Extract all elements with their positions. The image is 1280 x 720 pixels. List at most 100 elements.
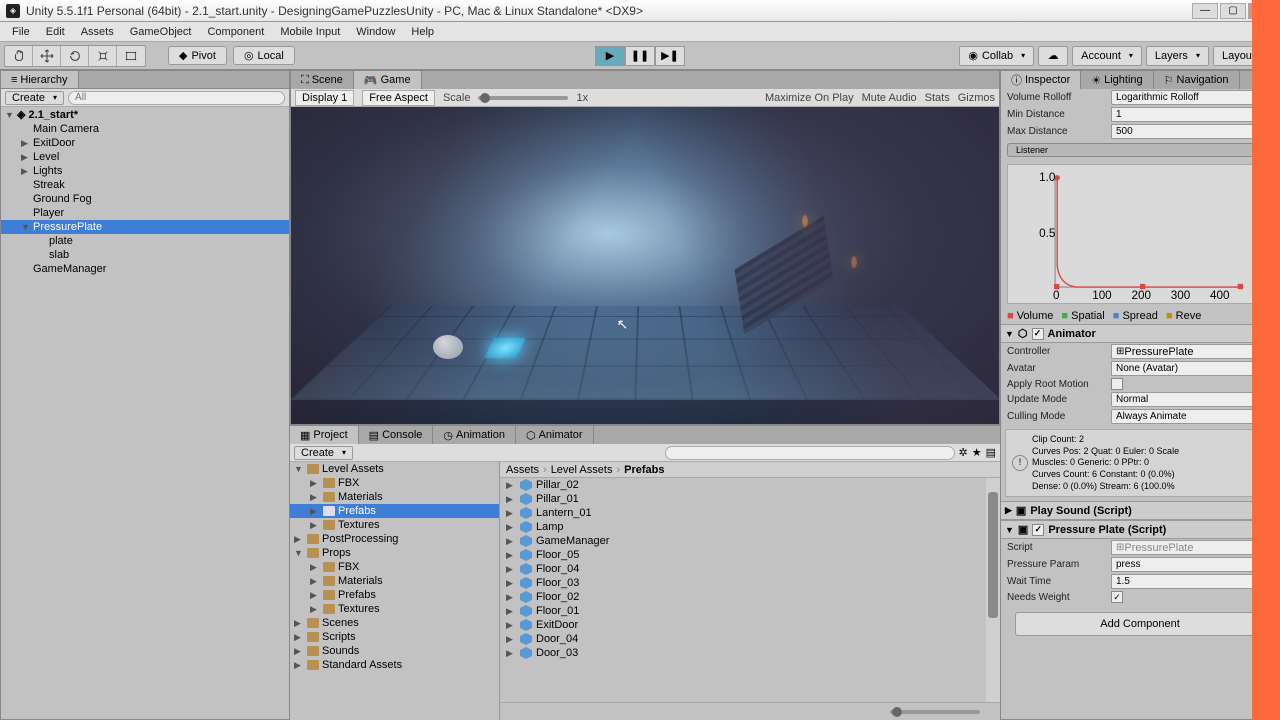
scrollbar[interactable] [986, 478, 1000, 702]
move-tool-button[interactable] [33, 46, 61, 66]
pressure-param-field[interactable]: press [1111, 557, 1273, 572]
asset-item[interactable]: ▶Door_04 [500, 632, 1000, 646]
console-tab[interactable]: ▤ Console [359, 426, 434, 444]
stats-toggle[interactable]: Stats [925, 92, 950, 104]
game-view[interactable]: ↖ [291, 107, 999, 424]
folder-item[interactable]: ▶Sounds [290, 644, 499, 658]
add-component-button[interactable]: Add Component [1015, 612, 1265, 636]
collab-dropdown[interactable]: ◉ Collab [959, 46, 1034, 66]
asset-item[interactable]: ▶Door_03 [500, 646, 1000, 660]
hierarchy-item[interactable]: ▼PressurePlate [1, 220, 289, 234]
folder-item[interactable]: ▶Scripts [290, 630, 499, 644]
folder-item[interactable]: ▶Textures [290, 518, 499, 532]
display-select[interactable]: Display 1 [295, 90, 354, 106]
folder-item[interactable]: ▶Materials [290, 574, 499, 588]
menu-help[interactable]: Help [403, 24, 442, 40]
mute-audio-toggle[interactable]: Mute Audio [862, 92, 917, 104]
pause-button[interactable]: ❚❚ [625, 46, 655, 66]
hierarchy-item[interactable]: Streak [1, 178, 289, 192]
pivot-toggle[interactable]: ◆ Pivot [168, 46, 227, 65]
project-search-input[interactable] [665, 446, 955, 460]
rotate-tool-button[interactable] [61, 46, 89, 66]
needs-weight-checkbox[interactable]: ✓ [1111, 591, 1123, 603]
pressure-enabled-checkbox[interactable]: ✓ [1032, 524, 1044, 536]
rolloff-select[interactable]: Logarithmic Rolloff [1111, 90, 1273, 105]
hierarchy-create-dropdown[interactable]: Create [5, 91, 64, 105]
asset-item[interactable]: ▶Floor_03 [500, 576, 1000, 590]
hand-tool-button[interactable] [5, 46, 33, 66]
game-tab[interactable]: 🎮 Game [354, 71, 422, 89]
hierarchy-item[interactable]: ▶ExitDoor [1, 136, 289, 150]
breadcrumb[interactable]: Assets› Level Assets› Prefabs [500, 462, 1000, 478]
icon-size-slider[interactable] [890, 710, 980, 714]
folder-item[interactable]: ▶Standard Assets [290, 658, 499, 672]
aspect-select[interactable]: Free Aspect [362, 90, 435, 106]
account-dropdown[interactable]: Account [1072, 46, 1142, 66]
folder-item[interactable]: ▶PostProcessing [290, 532, 499, 546]
asset-item[interactable]: ▶ExitDoor [500, 618, 1000, 632]
folder-item[interactable]: ▶Prefabs [290, 588, 499, 602]
culling-mode-select[interactable]: Always Animate [1111, 409, 1273, 424]
save-search-icon[interactable]: ▤ [986, 446, 996, 459]
play-sound-component-header[interactable]: ▶▣ Play Sound (Script) [1001, 501, 1279, 520]
project-tab[interactable]: ▦ Project [290, 426, 359, 444]
controller-field[interactable]: ⊞ PressurePlate [1111, 344, 1273, 359]
hierarchy-item[interactable]: ▶Level [1, 150, 289, 164]
menu-edit[interactable]: Edit [38, 24, 73, 40]
favorite-icon[interactable]: ★ [972, 446, 982, 459]
menu-file[interactable]: File [4, 24, 38, 40]
hierarchy-item[interactable]: slab [1, 248, 289, 262]
update-mode-select[interactable]: Normal [1111, 392, 1273, 407]
hierarchy-tab[interactable]: ≡ Hierarchy [1, 71, 79, 88]
folder-item[interactable]: ▼Level Assets [290, 462, 499, 476]
lighting-tab[interactable]: ☀ Lighting [1081, 71, 1153, 89]
folder-item[interactable]: ▶Materials [290, 490, 499, 504]
hierarchy-item[interactable]: Ground Fog [1, 192, 289, 206]
gizmos-toggle[interactable]: Gizmos [958, 92, 995, 104]
play-button[interactable]: ▶ [595, 46, 625, 66]
asset-item[interactable]: ▶Floor_05 [500, 548, 1000, 562]
menu-window[interactable]: Window [348, 24, 403, 40]
asset-list[interactable]: ▶Pillar_02▶Pillar_01▶Lantern_01▶Lamp▶Gam… [500, 478, 1000, 702]
project-folders[interactable]: ▼Level Assets▶FBX▶Materials▶Prefabs▶Text… [290, 462, 500, 720]
hierarchy-item[interactable]: ▶Lights [1, 164, 289, 178]
min-distance-field[interactable]: 1 [1111, 107, 1273, 122]
scene-tab[interactable]: ⛶ Scene [291, 71, 354, 89]
hierarchy-list[interactable]: ▼◈ 2.1_start*Main Camera▶ExitDoor▶Level▶… [1, 107, 289, 719]
animation-tab[interactable]: ◷ Animation [433, 426, 516, 444]
filter-icon[interactable]: ✲ [959, 446, 968, 459]
folder-item[interactable]: ▼Props [290, 546, 499, 560]
folder-item[interactable]: ▶FBX [290, 476, 499, 490]
inspector-tab[interactable]: ⓘ Inspector [1001, 71, 1081, 89]
pressure-plate-component-header[interactable]: ▼▣ ✓ Pressure Plate (Script) [1001, 520, 1279, 539]
menu-mobile-input[interactable]: Mobile Input [272, 24, 348, 40]
menu-gameobject[interactable]: GameObject [122, 24, 200, 40]
wait-time-field[interactable]: 1.5 [1111, 574, 1273, 589]
menu-assets[interactable]: Assets [73, 24, 122, 40]
folder-item[interactable]: ▶Scenes [290, 616, 499, 630]
asset-item[interactable]: ▶Lantern_01 [500, 506, 1000, 520]
step-button[interactable]: ▶❚ [655, 46, 685, 66]
maximize-on-play-toggle[interactable]: Maximize On Play [765, 92, 854, 104]
local-toggle[interactable]: ◎ Local [233, 46, 295, 65]
folder-item[interactable]: ▶Textures [290, 602, 499, 616]
asset-item[interactable]: ▶Floor_02 [500, 590, 1000, 604]
root-motion-checkbox[interactable] [1111, 378, 1123, 390]
asset-item[interactable]: ▶Pillar_02 [500, 478, 1000, 492]
max-distance-field[interactable]: 500 [1111, 124, 1273, 139]
asset-item[interactable]: ▶Floor_01 [500, 604, 1000, 618]
asset-item[interactable]: ▶Pillar_01 [500, 492, 1000, 506]
cloud-button[interactable]: ☁ [1038, 46, 1068, 66]
project-create-dropdown[interactable]: Create [294, 446, 353, 460]
hierarchy-item[interactable]: plate [1, 234, 289, 248]
avatar-field[interactable]: None (Avatar) [1111, 361, 1273, 376]
asset-item[interactable]: ▶Floor_04 [500, 562, 1000, 576]
animator-enabled-checkbox[interactable]: ✓ [1032, 328, 1044, 340]
hierarchy-item[interactable]: Main Camera [1, 122, 289, 136]
hierarchy-item[interactable]: GameManager [1, 262, 289, 276]
navigation-tab[interactable]: ⚐ Navigation [1154, 71, 1240, 89]
minimize-button[interactable]: — [1192, 3, 1218, 19]
menu-component[interactable]: Component [199, 24, 272, 40]
maximize-button[interactable]: ▢ [1220, 3, 1246, 19]
layers-dropdown[interactable]: Layers [1146, 46, 1209, 66]
